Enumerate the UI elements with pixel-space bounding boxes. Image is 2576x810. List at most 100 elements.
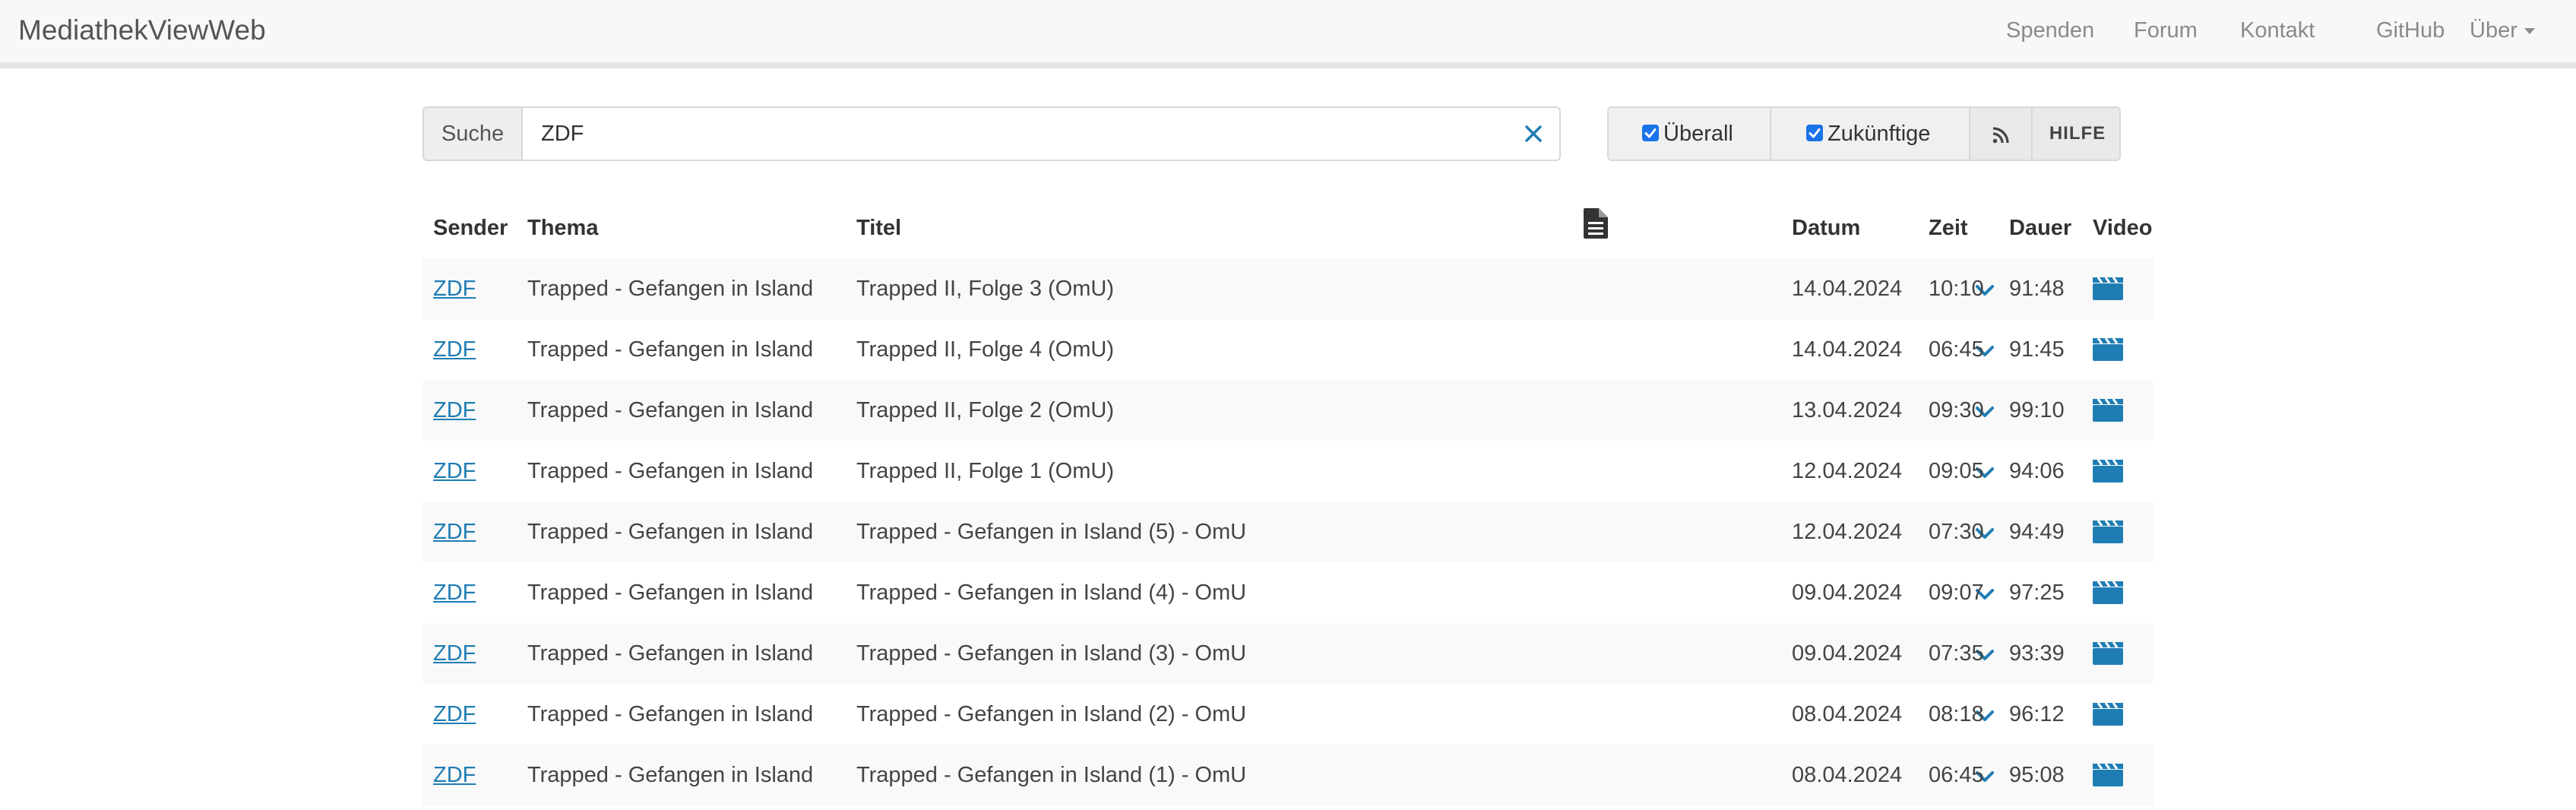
cell-dauer: 91:48 [2009, 276, 2065, 301]
cell-video [2082, 745, 2154, 805]
sender-link[interactable]: ZDF [433, 520, 476, 544]
col-header-thema[interactable]: Thema [517, 198, 846, 258]
nav-item-forum[interactable]: Forum [2134, 0, 2198, 62]
video-clapperboard-icon[interactable] [2091, 761, 2125, 794]
cell-video [2082, 319, 2154, 380]
sender-link[interactable]: ZDF [433, 763, 476, 787]
cell-video [2082, 623, 2154, 684]
sender-link[interactable]: ZDF [433, 581, 476, 605]
cell-thema: Trapped - Gefangen in Island [527, 276, 814, 301]
help-button[interactable]: HILFE [2033, 108, 2119, 160]
cell-expand [1565, 319, 1994, 380]
cell-titel: Trapped II, Folge 3 (OmU) [856, 276, 1114, 301]
cell-titel: Trapped II, Folge 4 (OmU) [856, 337, 1114, 362]
col-header-sender[interactable]: Sender [422, 198, 517, 258]
sender-link[interactable]: ZDF [433, 459, 476, 483]
cell-video [2082, 441, 2154, 502]
navbar: MediathekViewWeb Spenden Forum Kontakt G… [0, 0, 2576, 68]
sender-link[interactable]: ZDF [433, 702, 476, 726]
results-table: Sender Thema Titel Datum Zeit Dauer Vide… [422, 198, 2154, 805]
col-header-video: Video [2093, 215, 2153, 240]
video-clapperboard-icon[interactable] [2091, 517, 2125, 551]
cell-titel: Trapped II, Folge 2 (OmU) [856, 397, 1114, 422]
future-label: Zukünftige [1828, 122, 1931, 146]
cell-sender: ZDF [422, 441, 517, 502]
video-clapperboard-icon[interactable] [2091, 274, 2125, 308]
sender-link[interactable]: ZDF [433, 398, 476, 422]
cell-sender: ZDF [422, 319, 517, 380]
cell-datum: 08.04.2024 [1792, 762, 1903, 787]
document-icon [1584, 208, 1608, 239]
nav-item-github[interactable]: GitHub [2376, 0, 2445, 62]
brand-title[interactable]: MediathekViewWeb [18, 0, 266, 62]
future-checkbox[interactable] [1806, 125, 1823, 142]
nav-item-ueber-dropdown[interactable]: Über [2470, 0, 2535, 62]
cell-datum: 12.04.2024 [1792, 458, 1903, 483]
table-row: ZDF Trapped - Gefangen in Island Trapped I… [422, 380, 2154, 441]
cell-expand [1565, 623, 1994, 684]
cell-expand [1565, 562, 1994, 623]
search-input[interactable] [523, 108, 1473, 160]
cell-thema: Trapped - Gefangen in Island [527, 762, 814, 787]
cell-dauer: 95:08 [2009, 762, 2065, 787]
nav-item-ueber-label: Über [2470, 18, 2517, 43]
everywhere-label: Überall [1663, 122, 1733, 146]
cell-datum: 08.04.2024 [1792, 701, 1903, 726]
video-clapperboard-icon[interactable] [2091, 578, 2125, 612]
cell-dauer: 94:49 [2009, 519, 2065, 544]
video-clapperboard-icon[interactable] [2091, 396, 2125, 429]
cell-video [2082, 502, 2154, 562]
cell-thema: Trapped - Gefangen in Island [527, 519, 814, 544]
table-row: ZDF Trapped - Gefangen in Island Trapped -… [422, 623, 2154, 684]
cell-expand [1565, 258, 1994, 319]
sender-link[interactable]: ZDF [433, 337, 476, 362]
cell-dauer: 99:10 [2009, 397, 2065, 422]
video-clapperboard-icon[interactable] [2091, 335, 2125, 369]
nav-item-spenden[interactable]: Spenden [2006, 0, 2094, 62]
rss-button[interactable] [1970, 108, 2033, 160]
cell-titel: Trapped - Gefangen in Island (5) - OmU [856, 519, 1247, 544]
cell-expand [1565, 684, 1994, 745]
col-header-datum[interactable]: Datum [1781, 198, 1918, 258]
cell-thema: Trapped - Gefangen in Island [527, 580, 814, 605]
table-header-row: Sender Thema Titel Datum Zeit Dauer Vide… [422, 198, 2154, 258]
col-header-dauer[interactable]: Dauer [1998, 198, 2082, 258]
search-options: Überall Zukünftige HILFE [1607, 106, 2121, 161]
cell-titel: Trapped - Gefangen in Island (2) - OmU [856, 701, 1247, 726]
rss-icon [1992, 127, 2009, 144]
video-clapperboard-icon[interactable] [2091, 639, 2125, 672]
cell-thema: Trapped - Gefangen in Island [527, 701, 814, 726]
cell-dauer: 97:25 [2009, 580, 2065, 605]
col-header-zeit[interactable]: Zeit [1918, 198, 1998, 258]
cell-sender: ZDF [422, 502, 517, 562]
option-future[interactable]: Zukünftige [1771, 108, 1970, 160]
table-row: ZDF Trapped - Gefangen in Island Trapped I… [422, 258, 2154, 319]
cell-thema: Trapped - Gefangen in Island [527, 337, 814, 362]
table-row: ZDF Trapped - Gefangen in Island Trapped -… [422, 562, 2154, 623]
col-header-titel[interactable]: Titel [846, 198, 1565, 258]
table-row: ZDF Trapped - Gefangen in Island Trapped I… [422, 441, 2154, 502]
cell-dauer: 93:39 [2009, 641, 2065, 666]
nav-item-kontakt[interactable]: Kontakt [2240, 0, 2315, 62]
cell-expand [1565, 441, 1994, 502]
cell-sender: ZDF [422, 623, 517, 684]
table-row: ZDF Trapped - Gefangen in Island Trapped -… [422, 684, 2154, 745]
cell-dauer: 94:06 [2009, 458, 2065, 483]
search-bar: Suche [422, 106, 1561, 161]
sender-link[interactable]: ZDF [433, 641, 476, 666]
cell-titel: Trapped - Gefangen in Island (4) - OmU [856, 580, 1247, 605]
cell-dauer: 96:12 [2009, 701, 2065, 726]
search-label: Suche [424, 108, 523, 160]
cell-thema: Trapped - Gefangen in Island [527, 397, 814, 422]
table-row: ZDF Trapped - Gefangen in Island Trapped I… [422, 319, 2154, 380]
video-clapperboard-icon[interactable] [2091, 700, 2125, 733]
close-icon[interactable] [1517, 117, 1550, 150]
option-everywhere[interactable]: Überall [1609, 108, 1771, 160]
cell-datum: 09.04.2024 [1792, 580, 1903, 605]
video-clapperboard-icon[interactable] [2091, 457, 2125, 490]
cell-sender: ZDF [422, 745, 517, 805]
everywhere-checkbox[interactable] [1642, 125, 1659, 142]
cell-thema: Trapped - Gefangen in Island [527, 458, 814, 483]
cell-expand [1565, 745, 1994, 805]
sender-link[interactable]: ZDF [433, 277, 476, 301]
